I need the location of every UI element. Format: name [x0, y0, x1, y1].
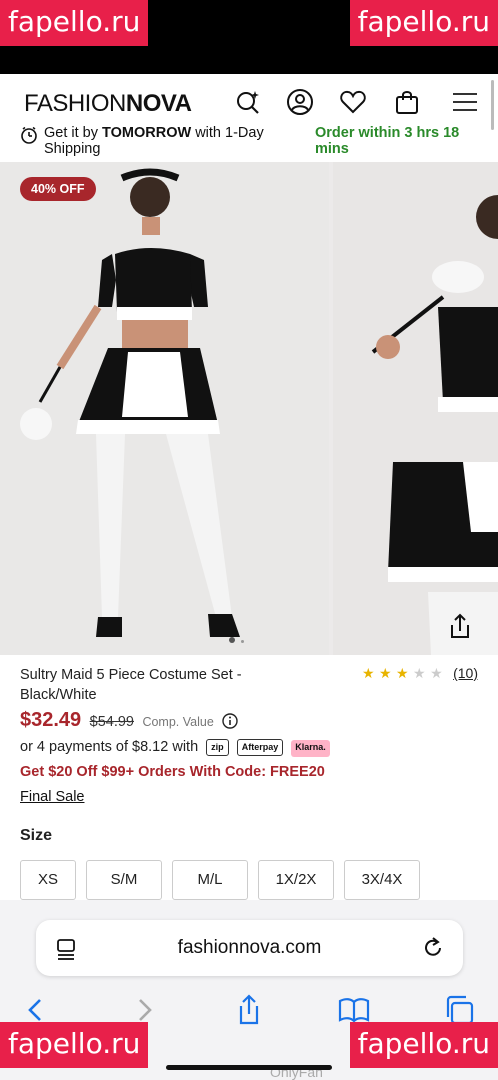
heart-icon[interactable]	[339, 88, 367, 116]
delivery-text: Get it by TOMORROW with 1-Day Shipping	[44, 125, 294, 157]
product-image-1[interactable]: 40% OFF	[0, 162, 329, 655]
carousel-dot[interactable]	[241, 640, 244, 643]
share-icon[interactable]	[440, 607, 480, 647]
comp-value-label: Comp. Value	[142, 715, 214, 729]
logo-part2: NOVA	[125, 90, 192, 117]
final-sale-link[interactable]: Final Sale	[20, 789, 84, 805]
product-gallery[interactable]: 40% OFF	[0, 162, 498, 655]
scrollbar[interactable]	[491, 80, 494, 130]
web-page: FASHIONNOVA Get it by TOMORROW with 1-Da…	[0, 74, 498, 1080]
size-label: Size	[20, 827, 53, 844]
site-header: FASHIONNOVA	[0, 74, 498, 130]
info-icon[interactable]	[222, 713, 238, 729]
size-option-1x2x[interactable]: 1X/2X	[258, 860, 334, 900]
size-option-sm[interactable]: S/M	[86, 860, 162, 900]
star-icon: ★	[362, 665, 375, 681]
installments-row: or 4 payments of $8.12 with zip Afterpay…	[20, 739, 330, 757]
product-photo-secondary	[333, 162, 498, 655]
review-count[interactable]: (10)	[453, 665, 478, 681]
original-price: $54.99	[89, 714, 134, 730]
address-bar[interactable]: fashionnova.com	[36, 920, 463, 976]
product-rating[interactable]: ★ ★ ★ ★ ★ (10)	[362, 665, 478, 685]
star-icon: ★	[413, 665, 426, 681]
url-text[interactable]: fashionnova.com	[36, 937, 463, 959]
size-option-3x4x[interactable]: 3X/4X	[344, 860, 420, 900]
watermark-bottom-right: fapello.ru	[349, 1022, 498, 1068]
size-option-xs[interactable]: XS	[20, 860, 76, 900]
watermark-top-left: fapello.ru	[0, 0, 149, 46]
star-icon: ★	[396, 665, 409, 681]
delivery-banner: Get it by TOMORROW with 1-Day Shipping O…	[0, 124, 498, 162]
logo-part1: FASHION	[24, 90, 126, 117]
afterpay-logo[interactable]: Afterpay	[236, 739, 284, 756]
menu-icon[interactable]	[451, 88, 479, 116]
star-icon: ★	[379, 665, 392, 681]
bag-icon[interactable]	[393, 88, 421, 116]
fashion-nova-logo[interactable]: FASHIONNOVA	[24, 90, 192, 118]
account-icon[interactable]	[286, 88, 314, 116]
product-title: Sultry Maid 5 Piece Costume Set - Black/…	[20, 667, 242, 703]
promo-text: Get $20 Off $99+ Orders With Code: FREE2…	[20, 764, 325, 780]
zip-logo[interactable]: zip	[206, 739, 229, 756]
sale-price: $32.49	[20, 709, 82, 731]
size-option-ml[interactable]: M/L	[172, 860, 248, 900]
order-countdown: Order within 3 hrs 18 mins	[315, 125, 460, 157]
size-options: XS S/M M/L 1X/2X 3X/4X	[20, 860, 430, 900]
product-image-2[interactable]	[333, 162, 498, 655]
clock-icon	[21, 126, 37, 144]
product-photo-main	[0, 162, 329, 655]
home-indicator[interactable]	[166, 1065, 332, 1070]
delivery-day: TOMORROW	[102, 125, 192, 141]
star-icon: ★	[430, 665, 443, 681]
share-sheet-icon[interactable]	[231, 992, 267, 1028]
delivery-prefix: Get it by	[44, 125, 103, 141]
klarna-logo[interactable]: Klarna.	[291, 740, 330, 757]
watermark-top-right: fapello.ru	[349, 0, 498, 46]
price-row: $32.49 $54.99 Comp. Value	[20, 709, 238, 732]
reload-icon[interactable]	[421, 936, 445, 960]
installments-text: or 4 payments of $8.12 with	[20, 739, 199, 755]
discount-badge: 40% OFF	[20, 177, 96, 201]
search-sparkle-icon[interactable]	[234, 88, 262, 116]
carousel-dot[interactable]	[229, 637, 235, 643]
watermark-bottom-left: fapello.ru	[0, 1022, 149, 1068]
carousel-dots[interactable]	[229, 630, 250, 648]
